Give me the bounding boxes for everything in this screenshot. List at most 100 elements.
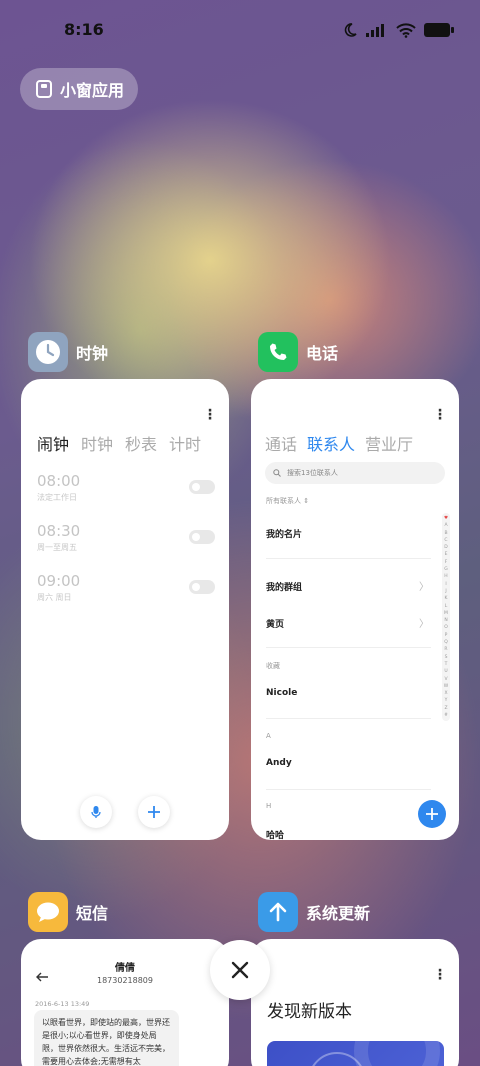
alphabet-index-letter[interactable]: Q <box>444 639 448 646</box>
all-contacts-label: 所有联系人 <box>266 497 301 505</box>
search-icon <box>273 469 281 477</box>
message-bubble[interactable]: 以眼看世界，即使站的最高，世界还是很小;以心看世界，即使身处局限，世界依然很大。… <box>34 1010 179 1066</box>
status-bar: 8:16 <box>0 0 480 60</box>
alphabet-index-letter[interactable]: U <box>444 668 447 675</box>
floating-window-label: 小窗应用 <box>60 81 125 100</box>
alphabet-index[interactable]: ♥ A B C D E F G H I J K L M N O P Q R S T U V W X Y Z # <box>442 513 450 722</box>
contact-item[interactable]: Andy <box>266 758 292 768</box>
messages-app-header[interactable]: 短信 <box>28 892 108 932</box>
alarm-item[interactable]: 08:30 周一至周五 <box>37 522 215 562</box>
clear-all-button[interactable] <box>210 940 270 1000</box>
alphabet-index-letter[interactable]: B <box>444 530 447 537</box>
alarm-item[interactable]: 08:00 法定工作日 <box>37 472 215 512</box>
favorites-label: 收藏 <box>266 662 280 670</box>
plus-icon <box>426 808 438 820</box>
add-contact-button[interactable] <box>418 800 446 828</box>
add-alarm-button[interactable] <box>138 796 170 828</box>
alphabet-index-letter[interactable]: L <box>445 603 448 610</box>
plus-icon <box>148 806 160 818</box>
alphabet-index-letter[interactable]: N <box>444 617 447 624</box>
alarm-repeat: 法定工作日 <box>37 493 77 502</box>
alphabet-index-letter[interactable]: H <box>444 573 447 580</box>
alphabet-index-letter[interactable]: K <box>445 595 448 602</box>
contact-item[interactable]: 哈哈 <box>266 828 284 840</box>
divider <box>266 718 431 719</box>
alarm-toggle[interactable] <box>189 480 215 494</box>
update-app-card[interactable]: · · · 发现新版本 <box>251 939 459 1066</box>
section-header-a: A <box>266 732 271 740</box>
alphabet-index-letter[interactable]: S <box>445 654 448 661</box>
clock-app-header[interactable]: 时钟 <box>28 332 108 372</box>
phone-app-header[interactable]: 电话 <box>258 332 338 372</box>
clock-app-title: 时钟 <box>76 344 109 363</box>
tab-calls[interactable]: 通话 <box>265 431 297 455</box>
my-groups-item[interactable]: 我的群组 <box>266 580 302 593</box>
phone-app-card[interactable]: · · · 通话 联系人 营业厅 搜索13位联系人 所有联系人 ⇕ 我的名片 我的群… <box>251 379 459 840</box>
alphabet-index-letter[interactable]: Z <box>444 705 447 712</box>
contact-item[interactable]: Nicole <box>266 688 297 698</box>
phone-more-icon[interactable]: · · · <box>435 404 445 426</box>
tab-alarm[interactable]: 闹钟 <box>37 431 69 455</box>
alphabet-index-letter[interactable]: I <box>445 581 446 588</box>
voice-alarm-button[interactable] <box>80 796 112 828</box>
message-date: 2016-6-13 13:49 <box>35 1000 90 1008</box>
status-time: 8:16 <box>64 20 104 39</box>
messages-app-card[interactable]: 倩倩 18730218809 2016-6-13 13:49 以眼看世界，即使站… <box>21 939 229 1066</box>
alphabet-index-letter[interactable]: C <box>444 537 447 544</box>
phone-tabs: 通话 联系人 营业厅 <box>265 431 413 455</box>
alarm-toggle[interactable] <box>189 530 215 544</box>
tab-service-hall[interactable]: 营业厅 <box>365 431 413 455</box>
alphabet-index-letter[interactable]: M <box>444 610 448 617</box>
my-card-item[interactable]: 我的名片 <box>266 527 302 540</box>
phone-icon <box>270 343 287 360</box>
alphabet-index-letter[interactable]: E <box>445 551 448 558</box>
alphabet-index-letter[interactable]: D <box>444 544 447 551</box>
clock-app-card[interactable]: · · · 闹钟 时钟 秒表 计时 08:00 法定工作日 08:30 周一至周五 … <box>21 379 229 840</box>
clock-icon <box>36 340 60 364</box>
chevron-right-icon: 〉 <box>419 619 429 630</box>
tab-clock[interactable]: 时钟 <box>81 431 113 455</box>
alphabet-index-letter[interactable]: G <box>444 566 448 573</box>
alarm-repeat: 周六 周日 <box>37 593 72 602</box>
alarm-item[interactable]: 09:00 周六 周日 <box>37 572 215 612</box>
update-more-icon[interactable]: · · · <box>435 964 445 986</box>
alphabet-index-letter[interactable]: W <box>444 683 448 690</box>
divider <box>266 647 431 648</box>
alarm-toggle[interactable] <box>189 580 215 594</box>
alphabet-index-letter[interactable]: F <box>445 559 448 566</box>
alphabet-index-letter[interactable]: O <box>444 624 448 631</box>
microphone-icon <box>91 806 101 818</box>
tab-stopwatch[interactable]: 秒表 <box>125 431 157 455</box>
clock-app-icon <box>28 332 68 372</box>
clock-tabs: 闹钟 时钟 秒表 计时 <box>37 431 201 455</box>
tab-contacts[interactable]: 联系人 <box>307 431 355 455</box>
update-app-title: 系统更新 <box>306 904 371 923</box>
alphabet-index-letter[interactable]: J <box>445 588 446 595</box>
arrow-up-icon <box>269 902 287 922</box>
chat-bubble-icon <box>37 902 59 922</box>
alphabet-index-letter[interactable]: T <box>445 661 448 668</box>
divider <box>266 789 431 790</box>
contact-search-input[interactable]: 搜索13位联系人 <box>265 462 445 484</box>
divider <box>266 558 431 559</box>
update-app-header[interactable]: 系统更新 <box>258 892 370 932</box>
battery-icon <box>424 23 454 37</box>
alphabet-index-letter[interactable]: X <box>444 690 447 697</box>
clock-more-icon[interactable]: · · · <box>205 404 215 426</box>
search-placeholder: 搜索13位联系人 <box>287 469 338 477</box>
all-contacts-filter[interactable]: 所有联系人 ⇕ <box>266 496 309 506</box>
alphabet-index-letter[interactable]: A <box>444 522 447 529</box>
conversation-header: 倩倩 18730218809 <box>21 959 229 985</box>
floating-window-button[interactable]: 小窗应用 <box>20 68 138 110</box>
tab-timer[interactable]: 计时 <box>169 431 201 455</box>
alphabet-index-letter[interactable]: # <box>444 712 448 719</box>
update-heading: 发现新版本 <box>267 1002 352 1022</box>
alphabet-index-letter[interactable]: R <box>444 646 447 653</box>
phone-app-icon <box>258 332 298 372</box>
alphabet-index-letter[interactable]: V <box>444 676 447 683</box>
alphabet-index-letter[interactable]: P <box>445 632 448 639</box>
yellow-pages-item[interactable]: 黄页 <box>266 617 284 630</box>
alarm-repeat: 周一至周五 <box>37 543 77 552</box>
alphabet-index-letter[interactable]: Y <box>445 697 448 704</box>
alphabet-index-letter[interactable]: ♥ <box>444 515 448 522</box>
